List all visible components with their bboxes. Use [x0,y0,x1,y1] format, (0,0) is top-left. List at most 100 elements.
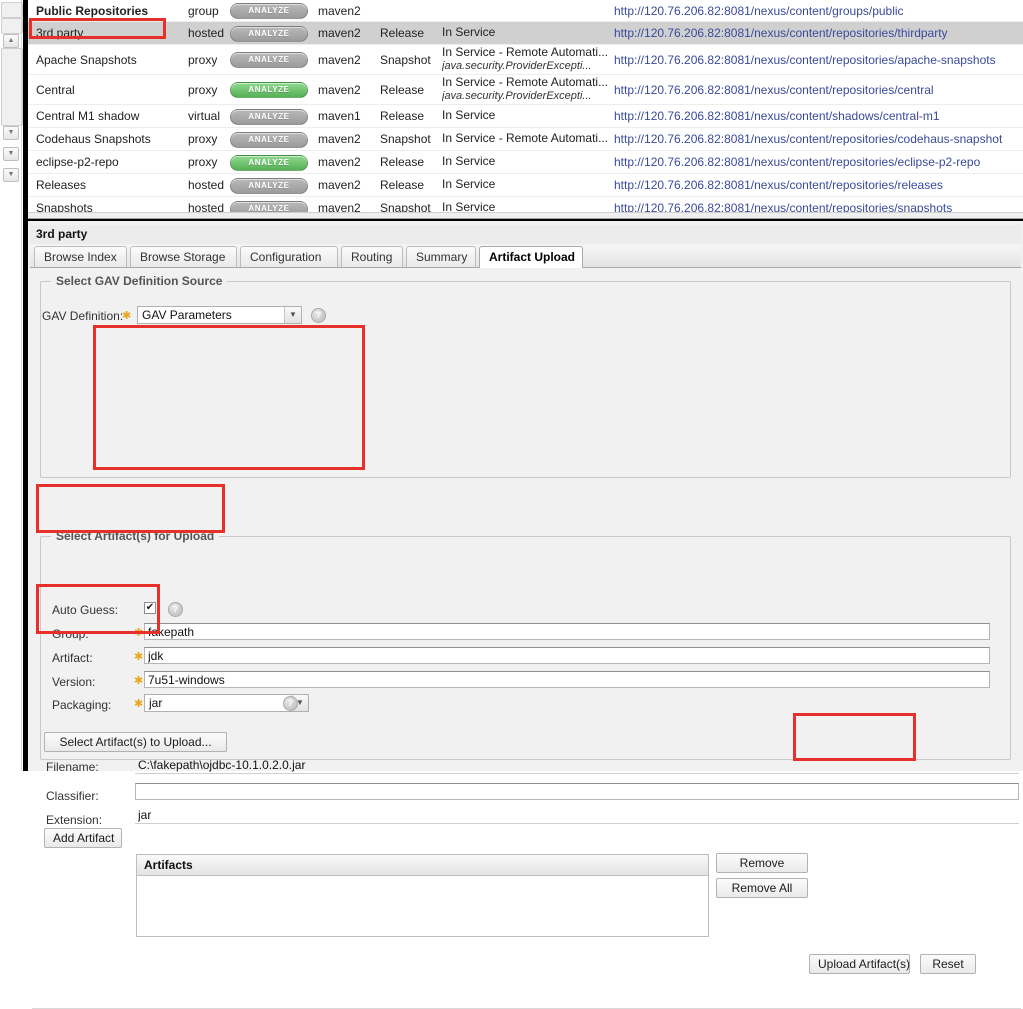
repository-path-link[interactable]: http://120.76.206.82:8081/nexus/content/… [614,178,1023,192]
tab-browse-index[interactable]: Browse Index [34,246,127,267]
analyze-cell: ANALYZE [230,200,318,212]
repository-type-cell: hosted [188,26,225,40]
gav-definition-required-marker: ✱ [122,310,132,322]
repository-format-cell: maven2 [318,155,361,169]
analyze-button[interactable]: ANALYZE [230,3,308,19]
analyze-button[interactable]: ANALYZE [230,131,308,148]
repository-name-cell: Public Repositories [36,3,149,18]
gav-definition-select[interactable]: GAV Parameters ▼ [137,306,302,324]
gutter-box-1 [1,2,23,18]
gav-fieldset-legend: Select GAV Definition Source [51,274,228,288]
repository-name-cell: Central [36,82,75,97]
table-row[interactable]: eclipse-p2-repo proxy ANALYZE maven2 Release… [28,151,1023,174]
repository-policy-cell: Release [380,109,425,123]
repository-policy-cell: Snapshot [380,201,431,212]
table-row[interactable]: Central proxy ANALYZE maven2 Release In Servi… [28,75,1023,105]
tab-browse-storage[interactable]: Browse Storage [130,246,237,267]
repository-path-link[interactable]: http://120.76.206.82:8081/nexus/content/… [614,109,1023,123]
upload-artifacts-button[interactable]: Upload Artifact(s) [809,954,910,974]
remove-button[interactable]: Remove [716,853,808,873]
analyze-button[interactable]: ANALYZE [230,52,308,68]
gutter-divider [21,0,22,771]
repository-format-cell: maven1 [318,109,361,123]
left-gutter: ▲ ▼ ▼ ▼ [0,0,23,771]
repository-policy-cell: Release [380,178,425,192]
repository-status-cell: In Service [442,26,496,40]
add-artifact-button[interactable]: Add Artifact [44,828,122,848]
tab-artifact-upload[interactable]: Artifact Upload [479,246,583,268]
analyze-button[interactable]: ANALYZE [230,200,308,212]
repository-grid[interactable]: Public Repositories group ANALYZE maven2 htt… [28,0,1023,212]
table-row[interactable]: Snapshots hosted ANALYZE maven2 Snapshot In S… [28,197,1023,212]
select-artifacts-to-upload-button[interactable]: Select Artifact(s) to Upload... [44,732,227,752]
repository-path-link[interactable]: http://120.76.206.82:8081/nexus/content/… [614,53,1023,67]
tab-bar[interactable]: Browse Index Browse Storage Configuration R… [30,245,1021,268]
chevron-down-icon[interactable]: ▼ [284,307,301,323]
repository-policy-cell: Release [380,82,425,97]
repository-policy-cell: Snapshot [380,132,431,146]
repository-format-cell: maven2 [318,52,361,67]
table-row[interactable]: 3rd party hosted ANALYZE maven2 Release In Se… [28,22,1023,45]
repository-path-link[interactable]: http://120.76.206.82:8081/nexus/content/… [614,4,1023,18]
repository-type-cell: group [188,3,219,18]
extension-input[interactable] [135,807,1019,824]
repository-type-cell: proxy [188,132,218,146]
tab-routing[interactable]: Routing [341,246,403,267]
repository-status-cell: In Service - Remote Automati... java.secu… [442,76,609,103]
repository-name-cell: Apache Snapshots [36,52,137,67]
repository-status-cell: In Service [442,155,496,169]
filename-label: Filename: [46,760,99,774]
table-row[interactable]: Apache Snapshots proxy ANALYZE maven2 Snapsh… [28,45,1023,75]
artifacts-grid[interactable]: Artifacts [136,854,709,937]
extension-label: Extension: [46,813,103,827]
gav-definition-help-icon[interactable]: ? [311,308,326,323]
repository-name-cell: Codehaus Snapshots [36,132,151,146]
repository-status-cell: In Service - Remote Automati... [442,132,609,146]
analyze-button[interactable]: ANALYZE [230,154,308,171]
scroll-down-arrow-2[interactable]: ▼ [3,147,19,161]
analyze-cell: ANALYZE [230,154,318,171]
repository-status-cell: In Service [442,178,496,192]
repository-name-cell: 3rd party [36,26,84,40]
repository-format-cell: maven2 [318,26,361,40]
scroll-down-arrow-1[interactable]: ▼ [3,126,19,140]
tab-configuration[interactable]: Configuration [240,246,338,267]
repository-status-cell: In Service - Remote Automati... java.secu… [442,46,609,73]
scroll-up-arrow[interactable]: ▲ [3,34,19,48]
analyze-cell: ANALYZE [230,2,318,19]
repository-type-cell: hosted [188,201,225,212]
classifier-input[interactable] [135,783,1019,800]
repository-path-link[interactable]: http://120.76.206.82:8081/nexus/content/… [614,155,1023,169]
reset-button[interactable]: Reset [920,954,976,974]
repository-format-cell: maven2 [318,82,361,97]
gav-definition-value: GAV Parameters [142,308,232,322]
filename-input[interactable] [135,757,1019,774]
artifact-upload-tab-content: Select GAV Definition Source GAV Definit… [30,268,1021,1009]
repository-policy-cell: Snapshot [380,52,431,67]
repository-type-cell: proxy [188,82,218,97]
classifier-label: Classifier: [46,789,99,803]
scroll-down-arrow-3[interactable]: ▼ [3,168,19,182]
repository-path-link[interactable]: http://120.76.206.82:8081/nexus/content/… [614,132,1023,146]
analyze-button[interactable]: ANALYZE [230,82,308,98]
analyze-cell: ANALYZE [230,25,318,42]
repository-status-cell: In Service [442,109,496,123]
remove-all-button[interactable]: Remove All [716,878,808,898]
artifacts-grid-header: Artifacts [137,855,708,876]
panel-title: 3rd party [30,225,1021,244]
tab-summary[interactable]: Summary [406,246,476,267]
repository-format-cell: maven2 [318,132,361,146]
repository-path-link[interactable]: http://120.76.206.82:8081/nexus/content/… [614,201,1023,212]
table-row[interactable]: Public Repositories group ANALYZE maven2 htt… [28,0,1023,22]
gutter-box-2 [1,18,23,34]
table-row[interactable]: Codehaus Snapshots proxy ANALYZE maven2 Snap… [28,128,1023,151]
repository-path-link[interactable]: http://120.76.206.82:8081/nexus/content/… [614,83,1023,97]
analyze-button[interactable]: ANALYZE [230,108,308,125]
repository-type-cell: proxy [188,155,218,169]
table-row[interactable]: Central M1 shadow virtual ANALYZE maven1 Rel… [28,105,1023,128]
analyze-button[interactable]: ANALYZE [230,25,308,42]
repository-path-link[interactable]: http://120.76.206.82:8081/nexus/content/… [614,26,1023,40]
table-row[interactable]: Releases hosted ANALYZE maven2 Release In Ser… [28,174,1023,197]
analyze-button[interactable]: ANALYZE [230,177,308,194]
repository-name-cell: Central M1 shadow [36,109,140,123]
